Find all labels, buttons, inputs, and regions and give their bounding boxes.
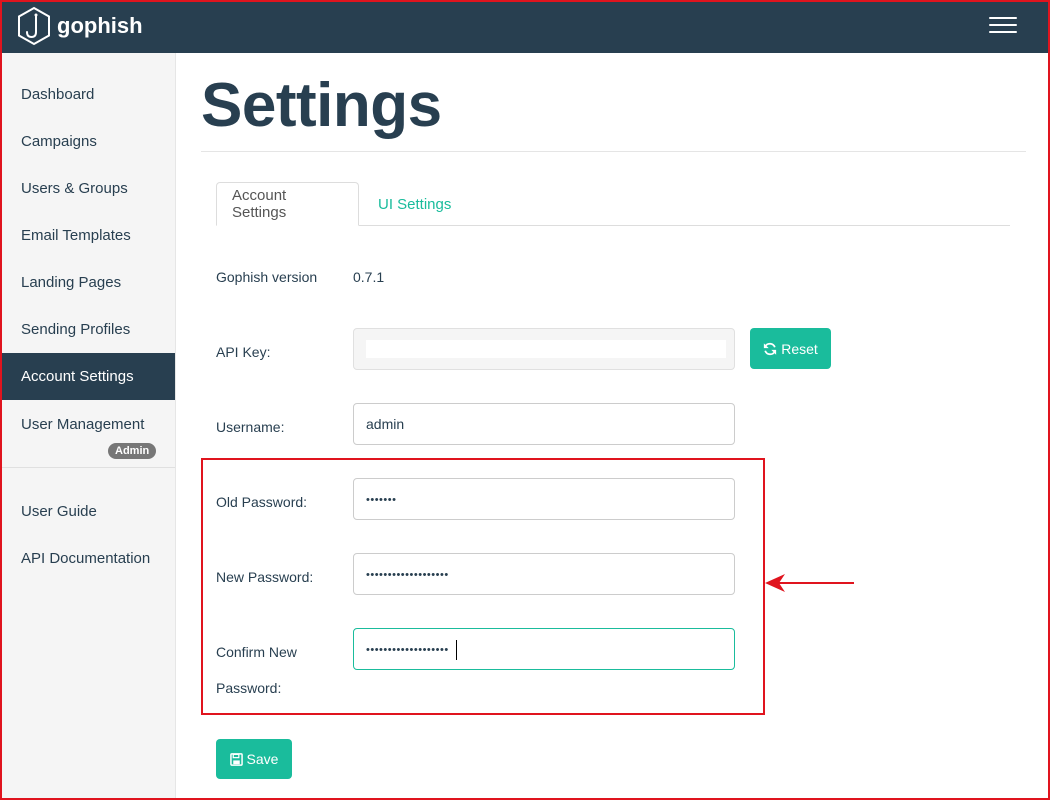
username-value: admin [366,416,405,432]
sidebar-item-email-templates[interactable]: Email Templates [0,212,175,259]
annotation-highlight-box [201,458,765,715]
api-key-label: API Key: [216,344,271,360]
save-button[interactable]: Save [216,739,292,779]
sidebar-item-landing-pages[interactable]: Landing Pages [0,259,175,306]
menu-toggle-icon[interactable] [989,17,1017,37]
version-value: 0.7.1 [353,269,385,285]
save-button-label: Save [246,751,279,767]
page-title: Settings [201,71,442,140]
sidebar-item-dashboard[interactable]: Dashboard [0,71,175,118]
title-divider [201,151,1026,152]
top-navbar: gophish [0,0,1050,53]
sidebar: Dashboard Campaigns Users & Groups Email… [0,53,176,800]
floppy-disk-icon [229,752,243,766]
admin-badge: Admin [108,443,157,459]
sidebar-item-user-management[interactable]: User Management Admin [0,400,175,466]
sidebar-divider [0,467,175,468]
sidebar-item-sending-profiles[interactable]: Sending Profiles [0,306,175,353]
annotation-arrow-icon [765,574,854,592]
tab-ui-settings[interactable]: UI Settings [363,182,466,226]
version-label: Gophish version [216,269,318,285]
sidebar-item-account-settings[interactable]: Account Settings [0,353,175,400]
refresh-icon [764,342,777,355]
brand-name: gophish [57,13,143,38]
reset-button-label: Reset [781,340,818,357]
username-input[interactable]: admin [353,403,735,445]
api-key-value-highlight [366,340,726,358]
sidebar-item-users-groups[interactable]: Users & Groups [0,165,175,212]
username-label: Username: [216,419,285,435]
brand[interactable]: gophish [16,6,143,46]
sidebar-item-api-documentation[interactable]: API Documentation [0,535,175,582]
sidebar-item-user-guide[interactable]: User Guide [0,488,175,535]
tab-account-settings[interactable]: Account Settings [216,182,359,226]
reset-button[interactable]: Reset [750,328,831,369]
gophish-logo-icon [18,6,50,46]
sidebar-item-campaigns[interactable]: Campaigns [0,118,175,165]
